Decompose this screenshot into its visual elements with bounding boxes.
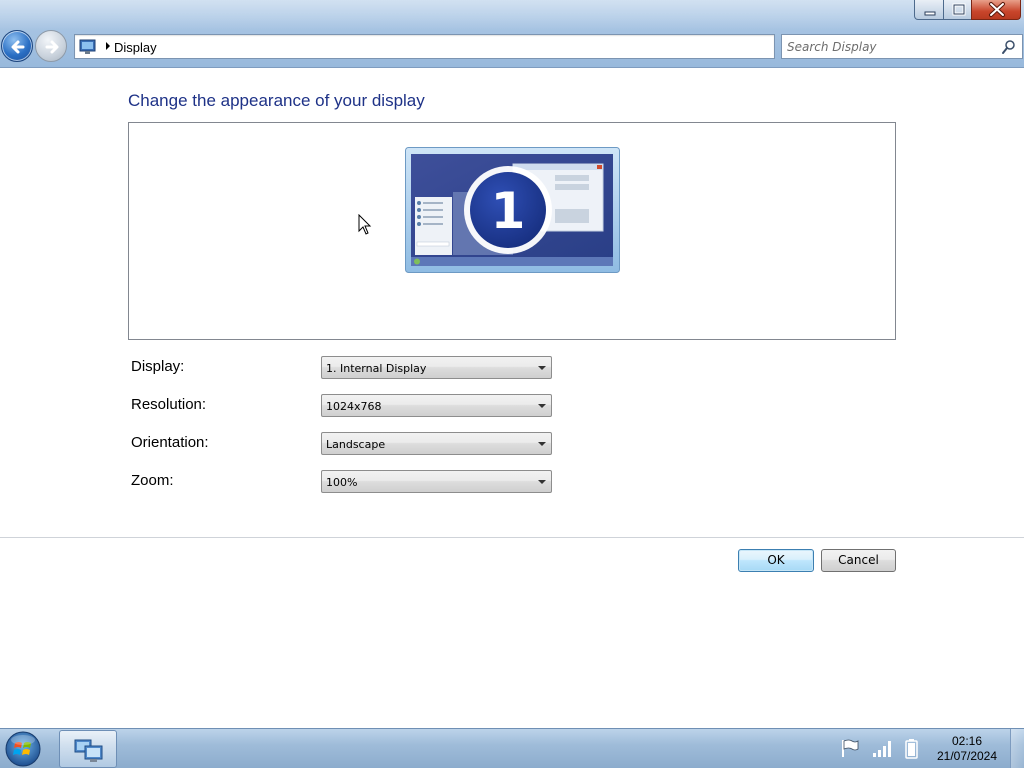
footer-divider [0,537,1024,538]
taskbar-clock[interactable]: 02:16 21/07/2024 [928,734,1006,764]
chevron-down-icon [538,442,546,446]
clock-date: 21/07/2024 [936,749,998,763]
show-desktop-button[interactable] [1010,729,1024,768]
start-button-icon[interactable] [3,730,43,768]
resolution-select-value: 1024x768 [326,400,382,413]
search-box[interactable] [781,34,1023,59]
action-center-flag-icon[interactable] [840,738,860,758]
zoom-label: Zoom: [131,472,174,489]
control-panel-icon [79,39,96,54]
forward-arrow-icon [45,40,59,54]
address-bar[interactable]: Display [74,34,775,59]
minimize-button[interactable] [914,0,944,20]
ok-button[interactable]: OK [738,549,814,572]
resolution-select[interactable]: 1024x768 [321,394,552,417]
chevron-down-icon [538,366,546,370]
monitor-1-icon[interactable]: 1 [405,147,620,273]
search-icon[interactable] [1001,39,1017,55]
chevron-down-icon [538,480,546,484]
chevron-down-icon [538,404,546,408]
zoom-select-value: 100% [326,476,358,489]
search-input[interactable] [787,38,992,55]
close-button[interactable] [971,0,1021,20]
display-label: Display: [131,358,185,375]
resolution-label: Resolution: [131,396,207,413]
orientation-select[interactable]: Landscape [321,432,552,455]
display-preview-area[interactable]: 1 [128,122,896,340]
network-signal-icon[interactable] [872,738,894,758]
mouse-cursor-icon [358,214,372,235]
window-titlebar: Display [0,0,1024,68]
display-select[interactable]: 1. Internal Display [321,356,552,379]
taskbar-item-display[interactable] [59,730,117,768]
page-title: Change the appearance of your display [128,91,425,110]
monitor-number-label: 1 [491,182,526,240]
breadcrumb-separator-icon[interactable] [105,41,111,51]
minimize-icon [924,11,936,16]
display-select-value: 1. Internal Display [326,362,427,375]
back-button[interactable] [1,30,33,62]
back-arrow-icon [11,40,25,54]
battery-icon[interactable] [904,738,920,760]
cancel-button[interactable]: Cancel [821,549,896,572]
titlebar-gloss [0,0,1024,30]
zoom-select[interactable]: 100% [321,470,552,493]
forward-button[interactable] [35,30,67,62]
close-icon [989,2,1005,17]
taskbar: 02:16 21/07/2024 [0,728,1024,768]
breadcrumb-display[interactable]: Display [114,40,157,55]
orientation-select-value: Landscape [326,438,386,451]
clock-time: 02:16 [951,734,983,748]
maximize-icon [952,3,966,16]
display-control-panel-icon [74,739,103,762]
orientation-label: Orientation: [131,434,209,451]
maximize-button[interactable] [943,0,972,20]
